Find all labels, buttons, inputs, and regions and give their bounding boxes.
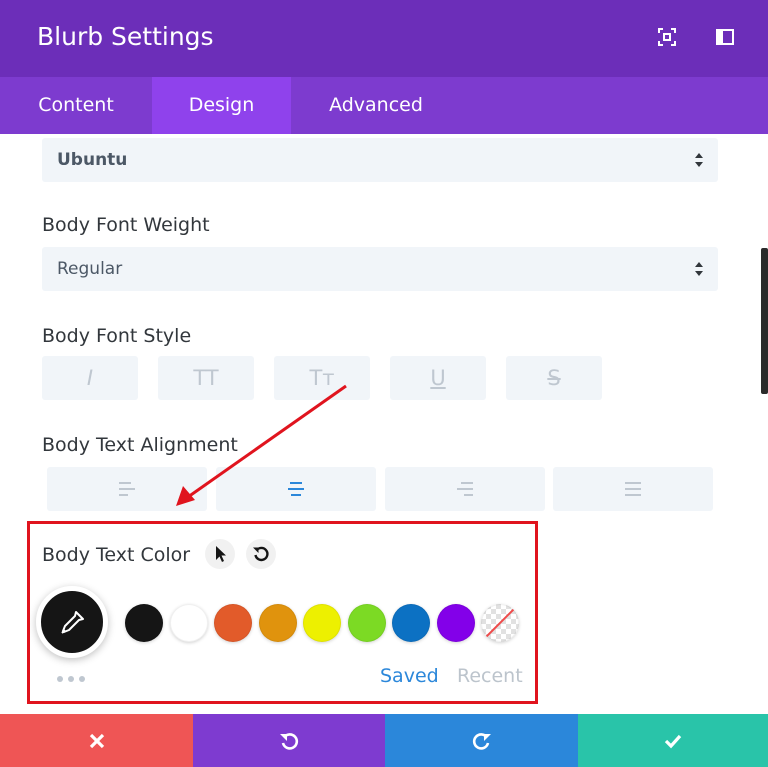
color-swatch[interactable] [392,604,430,642]
font-weight-value: Regular [57,259,123,279]
color-swatch[interactable] [214,604,252,642]
color-swatch[interactable] [125,604,163,642]
text-color-label: Body Text Color [42,544,191,566]
close-icon [89,733,104,748]
select-arrows-icon [694,152,704,168]
align-justify-icon [625,482,641,496]
swatch-transparent[interactable] [481,604,519,642]
color-swatch[interactable] [348,604,386,642]
settings-tabs: Content Design Advanced [0,77,768,134]
saved-colors-tab[interactable]: Saved [380,665,439,687]
color-swatch[interactable] [170,604,208,642]
undo-button[interactable] [193,714,385,767]
sidebar-toggle-icon[interactable] [715,27,735,47]
modal-title: Blurb Settings [37,22,214,51]
select-arrows-icon [694,261,704,277]
hover-options-icon[interactable] [205,539,235,569]
save-button[interactable] [578,714,768,767]
eyedropper-icon [61,611,84,634]
modal-header: Blurb Settings [0,0,768,77]
discard-button[interactable] [0,714,193,767]
align-center-button[interactable] [216,467,376,511]
color-swatch[interactable] [259,604,297,642]
color-swatch[interactable] [303,604,341,642]
strikethrough-button[interactable]: S [506,356,602,400]
undo-icon [280,732,299,750]
align-justify-button[interactable] [553,467,713,511]
reset-icon[interactable] [246,539,276,569]
capitalize-button[interactable]: Tт [274,356,370,400]
align-right-button[interactable] [385,467,545,511]
color-swatch[interactable] [437,604,475,642]
redo-button[interactable] [385,714,578,767]
font-weight-select[interactable]: Regular [42,247,718,291]
recent-colors-tab[interactable]: Recent [457,665,523,687]
font-family-value: Ubuntu [57,150,128,170]
font-weight-label: Body Font Weight [42,214,210,236]
more-options-icon[interactable] [57,676,85,682]
tab-content[interactable]: Content [0,77,152,134]
tab-advanced[interactable]: Advanced [291,77,461,134]
align-center-icon [288,482,304,496]
text-alignment-label: Body Text Alignment [42,434,238,456]
align-left-icon [119,482,135,496]
font-style-label: Body Font Style [42,325,192,347]
tab-design[interactable]: Design [152,77,291,134]
focus-mode-icon[interactable] [657,27,677,47]
color-picker-button[interactable] [36,586,108,658]
align-left-button[interactable] [47,467,207,511]
italic-button[interactable]: I [42,356,138,400]
scrollbar[interactable] [761,248,768,394]
uppercase-button[interactable]: TT [158,356,254,400]
underline-button[interactable]: U [390,356,486,400]
align-right-icon [457,482,473,496]
check-icon [664,734,682,748]
modal-footer [0,714,768,767]
font-family-select[interactable]: Ubuntu [42,138,718,182]
redo-icon [472,732,491,750]
